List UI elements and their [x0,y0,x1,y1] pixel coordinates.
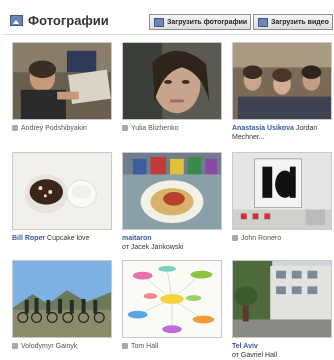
photo-caption: Bill Roper Cupcake love [12,234,117,243]
upload-photos-button[interactable]: Загрузить фотографии [149,14,251,30]
photo-thumbnail[interactable] [122,152,222,230]
photo-description-cont: Mechner... [232,134,265,141]
tag-icon [122,125,128,131]
photo-thumbnail[interactable] [232,152,332,230]
photo-caption: maitaron от Jacek Jankowski [122,234,227,252]
tag-name[interactable]: Yulia Blizhenko [131,125,178,132]
page-title: Фотографии [28,13,109,28]
photo-owner-link[interactable]: Tel Aviv [232,343,258,350]
photo-thumbnail[interactable] [12,152,112,230]
photo-caption: John Ronero [232,234,334,243]
upload-icon [154,17,164,27]
photo-caption: Anastasia Usikova Jordan Mechner... [232,124,334,142]
photo-description: от Gavriel Hall [232,352,278,359]
photos-page: Фотографии Загрузить фотографии Загрузит… [0,0,334,359]
photo-thumbnail[interactable] [232,42,332,120]
photo-thumbnail[interactable] [12,260,112,338]
photo-thumbnail[interactable] [122,260,222,338]
tag-icon [12,343,18,349]
photo-thumbnail[interactable] [232,260,332,338]
photo-description: Jordan [295,125,318,132]
upload-video-label: Загрузить видео [271,18,329,26]
tag-icon [122,343,128,349]
upload-icon [258,17,268,27]
photo-caption: Tom Hall [122,342,227,351]
photo-owner-link[interactable]: Anastasia Usikova [232,125,294,132]
title-wrap: Фотографии [10,13,109,28]
photo-description: Cupcake love [47,235,90,242]
tag-name[interactable]: John Ronero [241,235,281,242]
tag-name[interactable]: Andrey Podshibyakin [21,125,87,132]
photo-thumbnail[interactable] [12,42,112,120]
tag-icon [12,125,18,131]
photo-caption: Andrey Podshibyakin [12,124,117,133]
tag-name[interactable]: Volodymyr Gainyk [21,343,77,350]
photo-caption: Tel Aviv от Gavriel Hall [232,342,334,360]
photos-header: Фотографии Загрузить фотографии Загрузит… [2,8,334,34]
upload-photos-label: Загрузить фотографии [167,18,248,26]
photo-description: от Jacek Jankowski [122,244,184,251]
photo-caption: Yulia Blizhenko [122,124,227,133]
upload-video-button[interactable]: Загрузить видео [253,14,333,30]
tag-icon [232,235,238,241]
photo-owner-link[interactable]: Bill Roper [12,235,45,242]
photo-album-icon [10,15,23,26]
tag-name[interactable]: Tom Hall [131,343,158,350]
photo-owner-link[interactable]: maitaron [122,235,152,242]
photo-thumbnail[interactable] [122,42,222,120]
header-divider [2,34,334,35]
photo-caption: Volodymyr Gainyk [12,342,117,351]
